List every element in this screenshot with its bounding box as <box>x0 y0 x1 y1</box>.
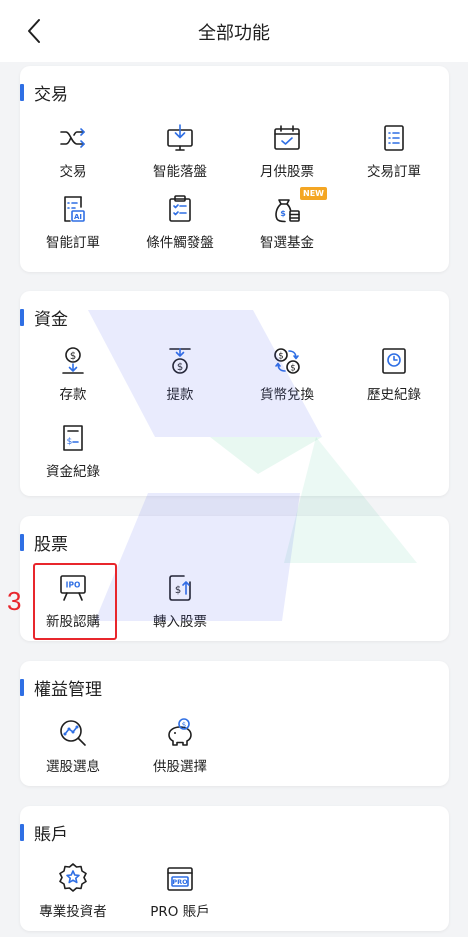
star-badge-icon <box>59 863 87 892</box>
svg-text:IPO: IPO <box>66 581 81 590</box>
section-title: 賬戶 <box>34 824 68 845</box>
withdraw-button[interactable]: $ 提款 <box>130 339 230 407</box>
professional-investor-button[interactable]: 專業投資者 <box>23 856 123 924</box>
top-bar: 全部功能 <box>0 0 468 62</box>
section-account: 賬戶 專業投資者 PRO PRO 賬戶 <box>20 806 449 931</box>
pro-card-icon: PRO <box>167 867 193 891</box>
section-funds: 資金 $ 存款 $ 提款 $ $ 貨幣兌換 歷史紀錄 $ 資金紀錄 <box>20 291 449 496</box>
trade-button[interactable]: 交易 <box>23 116 123 184</box>
new-badge: NEW <box>300 187 327 200</box>
transfer-in-stocks-button[interactable]: $ 轉入股票 <box>130 566 230 634</box>
scrip-dividend-button[interactable]: 選股選息 <box>23 711 123 779</box>
section-trade: 交易 交易 智能落盤 月供股票 交易訂單 AI 智能訂單 條件觸發盤 $ NEW… <box>20 66 449 272</box>
section-title: 權益管理 <box>34 679 102 700</box>
history-button[interactable]: 歷史紀錄 <box>344 339 444 407</box>
section-marker <box>20 823 24 841</box>
item-label: 交易 <box>59 164 87 180</box>
section-stocks: 股票 IPO 新股認購 $ 轉入股票 <box>20 516 449 641</box>
section-marker <box>20 308 24 326</box>
ipo-subscription-button[interactable]: IPO 新股認購 <box>23 566 123 634</box>
history-clock-icon <box>382 348 406 374</box>
smart-order-placement-button[interactable]: 智能落盤 <box>130 116 230 184</box>
fund-record-icon: $ <box>63 425 83 451</box>
conditional-order-button[interactable]: 條件觸發盤 <box>130 187 230 255</box>
svg-text:$: $ <box>67 437 73 447</box>
item-label: 智選基金 <box>260 235 314 251</box>
item-label: 智能落盤 <box>153 164 207 180</box>
smart-orders-button[interactable]: AI 智能訂單 <box>23 187 123 255</box>
item-label: 歷史紀錄 <box>367 387 421 403</box>
svg-text:$: $ <box>70 351 76 362</box>
section-marker <box>20 83 24 101</box>
item-label: 月供股票 <box>260 164 314 180</box>
rights-issue-button[interactable]: $ 供股選擇 <box>130 711 230 779</box>
svg-text:$: $ <box>280 209 286 218</box>
svg-text:$: $ <box>278 352 283 362</box>
fund-records-button[interactable]: $ 資金紀錄 <box>23 416 123 484</box>
pro-account-button[interactable]: PRO PRO 賬戶 <box>130 856 230 924</box>
deposit-coin-icon: $ <box>62 347 84 374</box>
section-marker <box>20 533 24 551</box>
item-label: 轉入股票 <box>153 614 207 630</box>
item-label: 新股認購 <box>46 614 100 630</box>
step-number: 3 <box>7 586 22 616</box>
item-label: 選股選息 <box>46 759 100 775</box>
section-title: 股票 <box>34 534 68 555</box>
section-rights-management: 權益管理 選股選息 $ 供股選擇 <box>20 661 449 786</box>
item-label: 專業投資者 <box>39 904 107 920</box>
order-list-icon <box>384 125 404 151</box>
shuffle-icon <box>60 128 85 148</box>
section-title: 交易 <box>34 84 68 105</box>
currency-exchange-button[interactable]: $ $ 貨幣兌換 <box>237 339 337 407</box>
monitor-download-icon <box>167 124 193 151</box>
monthly-stock-plan-button[interactable]: 月供股票 <box>237 116 337 184</box>
svg-text:AI: AI <box>74 213 82 221</box>
withdraw-coin-icon: $ <box>169 348 191 374</box>
ipo-board-icon: IPO <box>60 575 86 601</box>
item-label: 智能訂單 <box>46 235 100 251</box>
item-label: 條件觸發盤 <box>146 235 214 251</box>
smart-fund-button[interactable]: $ NEW 智選基金 <box>237 187 337 255</box>
item-label: PRO 賬戶 <box>150 904 210 920</box>
section-title: 資金 <box>34 309 68 330</box>
svg-text:$: $ <box>182 721 186 729</box>
item-label: 貨幣兌換 <box>260 387 314 403</box>
item-label: 交易訂單 <box>367 164 421 180</box>
piggy-bank-icon: $ <box>168 718 192 746</box>
trade-orders-button[interactable]: 交易訂單 <box>344 116 444 184</box>
item-label: 資金紀錄 <box>46 464 100 480</box>
item-label: 供股選擇 <box>153 759 207 775</box>
page-title: 全部功能 <box>198 23 270 44</box>
item-label: 提款 <box>166 387 194 403</box>
section-marker <box>20 678 24 696</box>
ai-document-icon: AI <box>64 196 85 222</box>
svg-text:$: $ <box>175 585 181 596</box>
clipboard-check-icon <box>169 195 191 222</box>
svg-text:PRO: PRO <box>172 878 188 886</box>
currency-exchange-icon: $ $ <box>274 348 300 374</box>
svg-text:$: $ <box>177 362 183 373</box>
transfer-in-icon: $ <box>169 575 191 601</box>
magnifier-chart-icon <box>60 720 86 746</box>
money-bag-icon: $ <box>275 199 300 223</box>
svg-text:$: $ <box>290 364 295 374</box>
item-label: 存款 <box>59 387 87 403</box>
deposit-button[interactable]: $ 存款 <box>23 339 123 407</box>
calendar-check-icon <box>274 125 300 150</box>
